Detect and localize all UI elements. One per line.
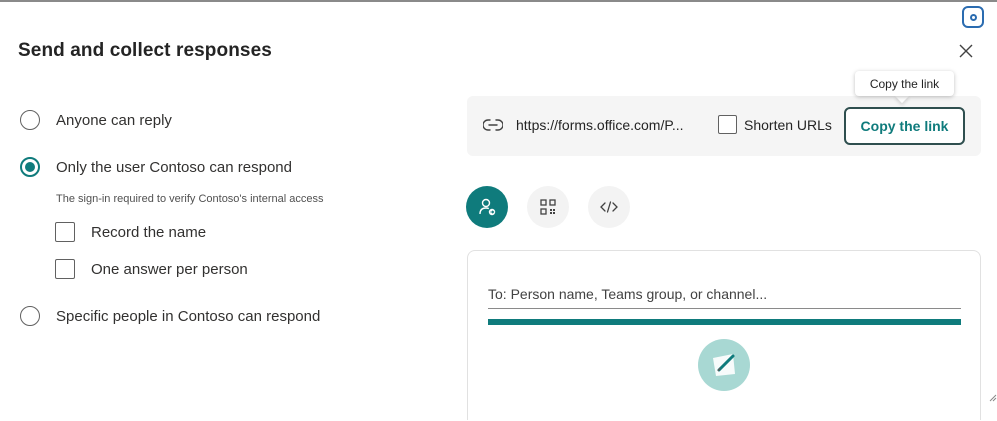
one-answer-label: One answer per person — [91, 260, 248, 278]
one-answer-row[interactable]: One answer per person — [55, 259, 248, 279]
radio-anyone[interactable] — [20, 110, 40, 130]
record-name-row[interactable]: Record the name — [55, 222, 206, 242]
embed-code-icon — [600, 201, 618, 213]
shorten-urls-checkbox[interactable] — [718, 115, 737, 134]
visual-search-icon[interactable] — [962, 6, 984, 28]
radio-only-user[interactable] — [20, 157, 40, 177]
dialog-title: Send and collect responses — [18, 40, 272, 61]
copy-link-tooltip: Copy the link — [855, 71, 954, 96]
resize-grip-icon[interactable] — [988, 393, 997, 402]
close-button[interactable] — [955, 40, 977, 62]
qr-code-button[interactable] — [527, 186, 569, 228]
recipient-card — [467, 250, 981, 420]
radio-specific[interactable] — [20, 306, 40, 326]
recipient-input[interactable] — [488, 279, 961, 309]
option-specific-label: Specific people in Contoso can respond — [56, 307, 321, 325]
option-only-user[interactable]: Only the user Contoso can respond — [20, 157, 292, 177]
sign-in-hint: The sign-in required to verify Contoso's… — [56, 193, 324, 205]
person-send-icon — [479, 198, 496, 216]
send-illustration-icon — [698, 339, 750, 391]
record-name-label: Record the name — [91, 223, 207, 241]
link-panel: https://forms.office.com/P... Shorten UR… — [467, 96, 981, 156]
form-link-url[interactable]: https://forms.office.com/P... — [516, 117, 684, 133]
option-anyone[interactable]: Anyone can reply — [20, 110, 172, 130]
option-anyone-label: Anyone can reply — [56, 111, 172, 129]
progress-bar — [488, 319, 961, 325]
shorten-urls-label: Shorten URLs — [744, 117, 832, 133]
top-border — [0, 0, 997, 2]
option-specific[interactable]: Specific people in Contoso can respond — [20, 306, 320, 326]
one-answer-checkbox[interactable] — [55, 259, 75, 279]
copy-link-button[interactable]: Copy the link — [844, 107, 965, 145]
option-only-user-label: Only the user Contoso can respond — [56, 158, 292, 176]
close-icon — [959, 44, 973, 58]
qr-code-icon — [540, 199, 556, 215]
progress-fill — [488, 319, 961, 325]
send-to-people-button[interactable] — [466, 186, 508, 228]
embed-button[interactable] — [588, 186, 630, 228]
record-name-checkbox[interactable] — [55, 222, 75, 242]
link-icon — [483, 119, 503, 131]
